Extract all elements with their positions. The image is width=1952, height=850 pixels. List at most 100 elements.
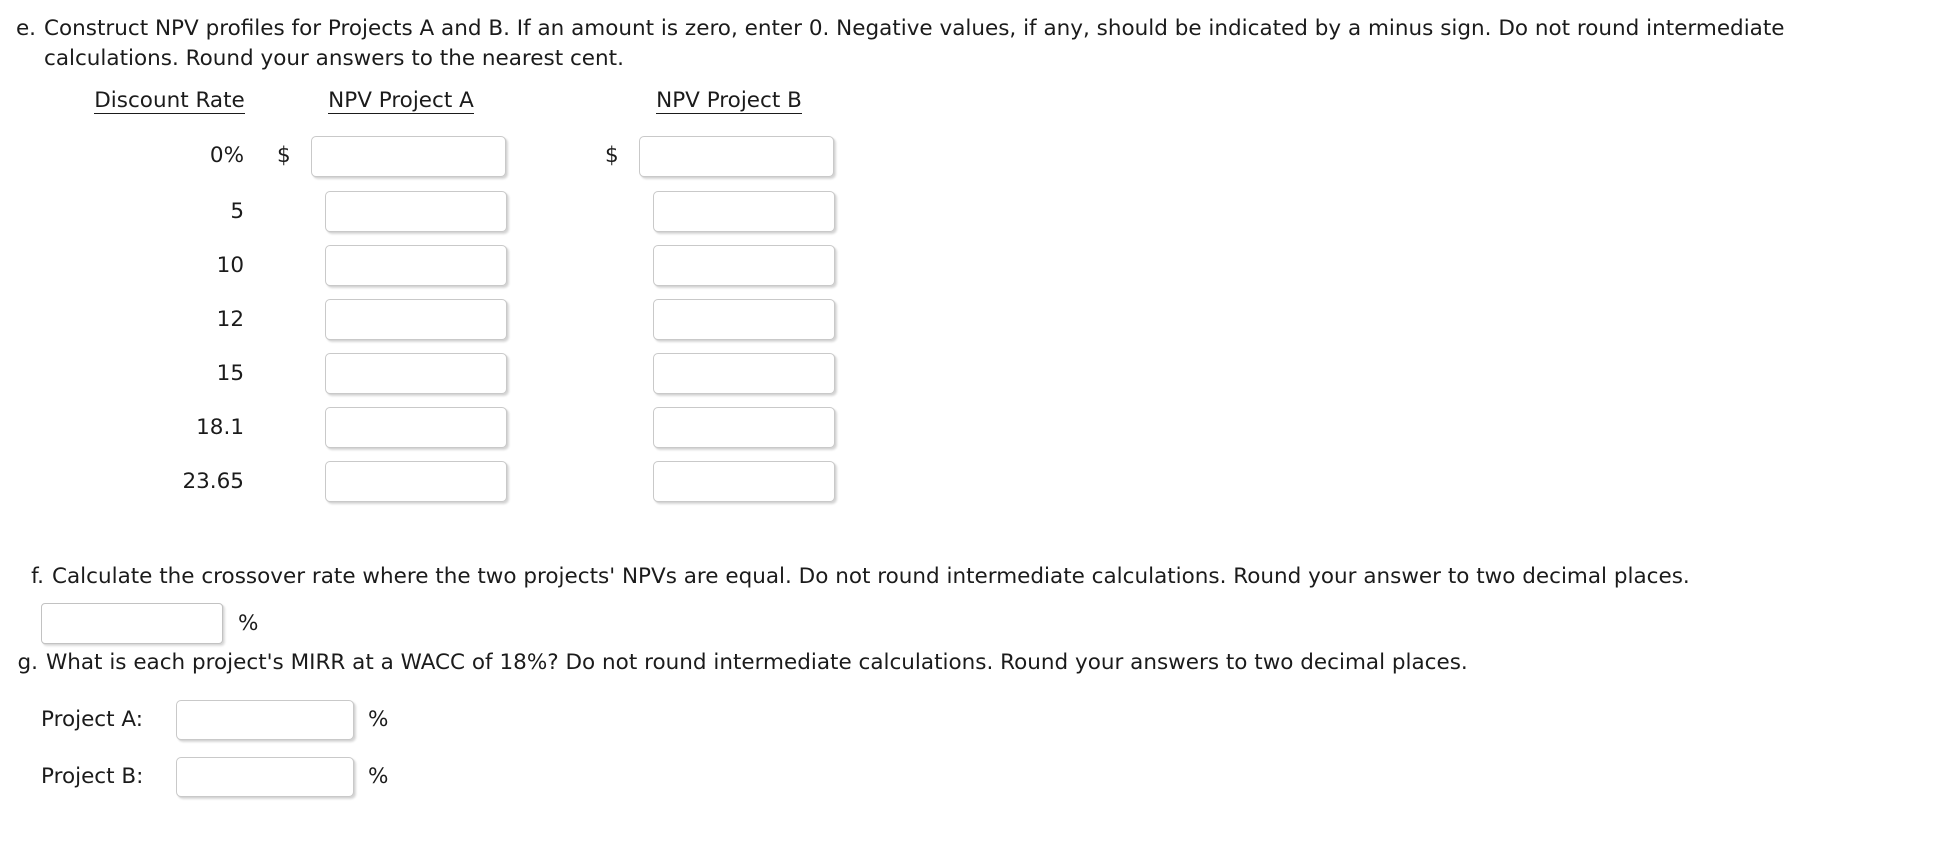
npv-a-field-wrap: $ bbox=[291, 461, 525, 502]
npv-project-a-input-row-2[interactable] bbox=[325, 191, 507, 232]
mirr-project-b-label: Project B: bbox=[41, 764, 144, 790]
column-gap-cell bbox=[525, 239, 605, 293]
mirr-project-a-label: Project A: bbox=[41, 707, 143, 733]
part-e-prompt: e. Construct NPV profiles for Projects A… bbox=[0, 0, 1952, 74]
npv-b-field-wrap: $ bbox=[619, 191, 853, 232]
npv-a-field-wrap: $ bbox=[291, 299, 525, 340]
column-gap-cell bbox=[525, 455, 605, 509]
discount-rate-cell: 23.65 bbox=[182, 468, 244, 494]
table-row: 12 $ $ bbox=[62, 293, 853, 347]
part-g-letter: g. bbox=[17, 650, 38, 675]
npv-project-a-cell: $ bbox=[277, 128, 525, 185]
question-part-e: e. Construct NPV profiles for Projects A… bbox=[0, 0, 1952, 509]
column-header-discount-rate: Discount Rate bbox=[62, 90, 277, 118]
part-f-answer-row: % bbox=[41, 603, 1952, 644]
npv-b-field-wrap: $ bbox=[619, 353, 853, 394]
npv-project-a-cell: $ bbox=[277, 347, 525, 401]
discount-rate-cell: 18.1 bbox=[196, 414, 244, 440]
column-gap-cell bbox=[525, 128, 605, 185]
npv-b-field-wrap: $ bbox=[619, 299, 853, 340]
discount-rate-cell: 15 bbox=[216, 360, 244, 386]
npv-project-a-cell: $ bbox=[277, 185, 525, 239]
npv-a-field-wrap: $ bbox=[291, 353, 525, 394]
part-g-prompt: g. What is each project's MIRR at a WACC… bbox=[0, 648, 1952, 678]
npv-project-b-input-row-7[interactable] bbox=[653, 461, 835, 502]
table-row: 18.1 $ $ bbox=[62, 401, 853, 455]
npv-a-field-wrap: $ bbox=[277, 135, 525, 177]
npv-project-b-cell: $ bbox=[605, 239, 853, 293]
npv-a-field-wrap: $ bbox=[291, 407, 525, 448]
table-row: 10 $ $ bbox=[62, 239, 853, 293]
npv-table-body: 0%$$5$$10$$12$$15$$18.1$$23.65$$ bbox=[62, 118, 853, 509]
table-row: 0% $ $ bbox=[62, 128, 853, 185]
npv-project-a-input-row-1[interactable] bbox=[311, 135, 506, 177]
mirr-project-a-unit: % bbox=[368, 707, 389, 733]
crossover-rate-input[interactable] bbox=[41, 603, 223, 644]
npv-project-b-input-row-1[interactable] bbox=[639, 135, 834, 177]
npv-project-b-input-row-3[interactable] bbox=[653, 245, 835, 286]
npv-project-b-cell: $ bbox=[605, 293, 853, 347]
mirr-project-b-unit: % bbox=[368, 764, 389, 790]
spacer-cell bbox=[277, 118, 525, 128]
discount-rate-cell: 0% bbox=[209, 143, 244, 169]
table-row: 5 $ $ bbox=[62, 185, 853, 239]
discount-rate-cell: 5 bbox=[230, 198, 244, 224]
npv-project-b-cell: $ bbox=[605, 455, 853, 509]
npv-project-b-cell: $ bbox=[605, 401, 853, 455]
part-f-letter: f. bbox=[31, 564, 44, 589]
column-header-npv-project-a: NPV Project A bbox=[277, 90, 525, 118]
question-part-f: f. Calculate the crossover rate where th… bbox=[0, 562, 1952, 644]
npv-project-a-input-row-4[interactable] bbox=[325, 299, 507, 340]
npv-project-b-input-row-4[interactable] bbox=[653, 299, 835, 340]
table-header-row: Discount Rate NPV Project A NPV Project … bbox=[62, 90, 853, 118]
part-g-prompt-text: What is each project's MIRR at a WACC of… bbox=[46, 650, 1468, 675]
column-gap-cell bbox=[525, 293, 605, 347]
table-row: 23.65 $ $ bbox=[62, 455, 853, 509]
npv-b-field-wrap: $ bbox=[619, 461, 853, 502]
currency-symbol-b: $ bbox=[605, 143, 619, 169]
npv-project-a-cell: $ bbox=[277, 239, 525, 293]
discount-rate-header-label: Discount Rate bbox=[94, 88, 245, 114]
part-e-letter: e. bbox=[15, 16, 36, 41]
mirr-project-a-input[interactable] bbox=[176, 700, 354, 740]
npv-project-b-header-label: NPV Project B bbox=[656, 88, 802, 114]
crossover-rate-unit: % bbox=[238, 610, 259, 636]
spacer-cell bbox=[62, 118, 277, 128]
npv-project-b-cell: $ bbox=[605, 185, 853, 239]
discount-rate-cell: 12 bbox=[216, 306, 244, 332]
npv-project-a-input-row-6[interactable] bbox=[325, 407, 507, 448]
mirr-project-a-row: Project A: % bbox=[41, 700, 1952, 740]
npv-project-a-header-label: NPV Project A bbox=[328, 88, 474, 114]
column-gap-cell bbox=[525, 401, 605, 455]
spacer-cell bbox=[605, 118, 853, 128]
npv-project-a-cell: $ bbox=[277, 455, 525, 509]
part-f-prompt-text: Calculate the crossover rate where the t… bbox=[52, 564, 1690, 589]
column-spacer bbox=[525, 90, 605, 118]
column-gap-cell bbox=[525, 347, 605, 401]
table-spacer-row bbox=[62, 118, 853, 128]
column-header-npv-project-b: NPV Project B bbox=[605, 90, 853, 118]
mirr-project-b-input[interactable] bbox=[176, 757, 354, 797]
npv-project-a-input-row-7[interactable] bbox=[325, 461, 507, 502]
npv-b-field-wrap: $ bbox=[619, 407, 853, 448]
npv-a-field-wrap: $ bbox=[291, 245, 525, 286]
npv-project-b-cell: $ bbox=[605, 128, 853, 185]
npv-project-a-cell: $ bbox=[277, 401, 525, 455]
npv-project-a-input-row-3[interactable] bbox=[325, 245, 507, 286]
npv-project-b-input-row-5[interactable] bbox=[653, 353, 835, 394]
npv-profiles-table: Discount Rate NPV Project A NPV Project … bbox=[62, 90, 853, 509]
column-gap-cell bbox=[525, 185, 605, 239]
npv-project-a-cell: $ bbox=[277, 293, 525, 347]
table-row: 15 $ $ bbox=[62, 347, 853, 401]
spacer-cell bbox=[525, 118, 605, 128]
part-f-prompt: f. Calculate the crossover rate where th… bbox=[0, 562, 1952, 592]
discount-rate-cell: 10 bbox=[216, 252, 244, 278]
currency-symbol-a: $ bbox=[277, 143, 291, 169]
npv-b-field-wrap: $ bbox=[605, 135, 853, 177]
npv-project-b-cell: $ bbox=[605, 347, 853, 401]
npv-project-b-input-row-6[interactable] bbox=[653, 407, 835, 448]
mirr-project-b-row: Project B: % bbox=[41, 757, 1952, 797]
npv-project-a-input-row-5[interactable] bbox=[325, 353, 507, 394]
question-part-g: g. What is each project's MIRR at a WACC… bbox=[0, 648, 1952, 797]
npv-project-b-input-row-2[interactable] bbox=[653, 191, 835, 232]
